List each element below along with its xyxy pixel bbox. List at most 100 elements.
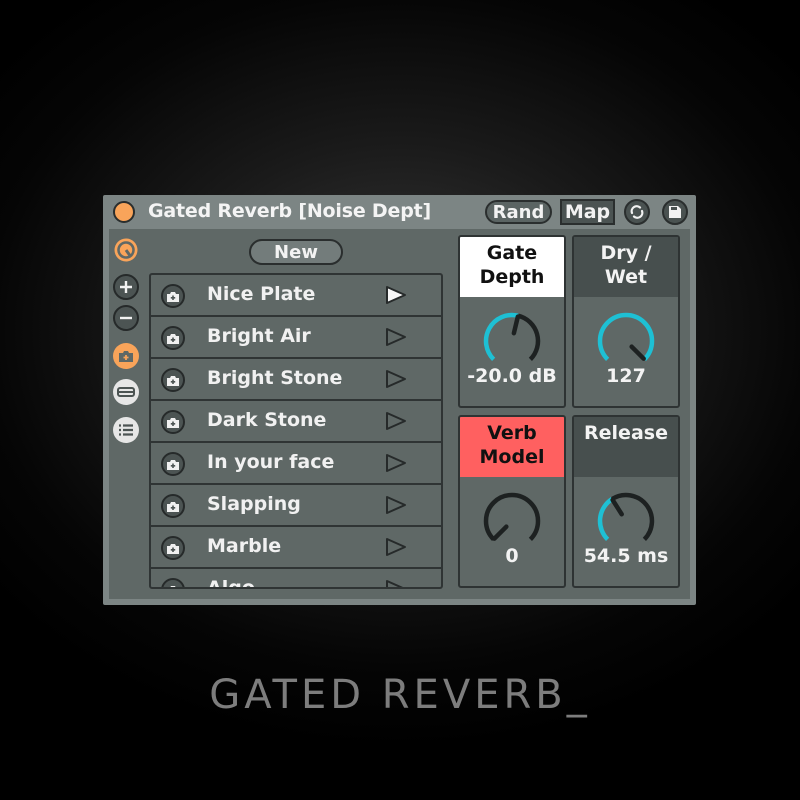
store-snapshot-button[interactable] (161, 536, 185, 560)
knob-dial[interactable] (482, 491, 542, 551)
knob-dial[interactable] (596, 491, 656, 551)
knob-label[interactable]: Dry / Wet (574, 237, 678, 297)
knob-label-line1: Dry / (600, 242, 652, 264)
knob-value: -20.0 dB (467, 365, 557, 387)
preset-name: Marble (207, 535, 282, 557)
snapshot-icon (167, 543, 179, 554)
list-view-button[interactable] (113, 417, 139, 443)
knob-value-arc (597, 312, 655, 361)
knob-label[interactable]: Verb Model (460, 417, 564, 477)
sync-icon (630, 205, 644, 219)
device-title: Gated Reverb [Noise Dept] (148, 200, 431, 222)
knob-value: 0 (505, 545, 519, 567)
knob-label-line2: Model (479, 446, 545, 468)
preset-row-slapping[interactable]: Slapping (151, 485, 441, 527)
store-snapshot-button[interactable] (161, 578, 185, 587)
snapshot-button[interactable] (113, 343, 139, 369)
store-snapshot-button[interactable] (161, 284, 185, 308)
hot-swap-button[interactable] (113, 237, 139, 263)
play-icon (386, 580, 403, 587)
play-preset-button[interactable] (385, 537, 407, 561)
knob-track (517, 313, 541, 361)
preset-name: Bright Air (207, 325, 311, 347)
snapshot-icon (167, 333, 179, 344)
device-body: New Nice Plate Bright Air Bright Stone Dark… (109, 229, 690, 599)
store-snapshot-button[interactable] (161, 494, 185, 518)
snapshot-icon (167, 417, 179, 428)
knob-label-line1: Gate (486, 242, 538, 264)
play-icon (386, 538, 406, 556)
add-button[interactable] (113, 274, 139, 300)
knob-track (610, 492, 655, 541)
store-snapshot-button[interactable] (161, 368, 185, 392)
knob-value-arc (597, 497, 614, 541)
preset-row-nice-plate[interactable]: Nice Plate (151, 275, 441, 317)
preset-name: Dark Stone (207, 409, 327, 431)
play-icon (386, 286, 406, 304)
remove-button[interactable] (113, 305, 139, 331)
play-icon (386, 496, 406, 514)
knob-panel-gate-depth: Gate Depth -20.0 dB (458, 235, 566, 408)
collapse-button[interactable] (113, 379, 139, 405)
preset-row-bright-stone[interactable]: Bright Stone (151, 359, 441, 401)
knob-value-arc (483, 312, 519, 361)
play-preset-button[interactable] (385, 369, 407, 393)
preset-name: Slapping (207, 493, 301, 515)
knob-pointer (511, 314, 521, 336)
play-preset-button[interactable] (385, 327, 407, 351)
knob-panel-dry-wet: Dry / Wet 127 (572, 235, 680, 408)
preset-name: In your face (207, 451, 335, 473)
play-icon (386, 328, 406, 346)
knob-panel-release: Release 54.5 ms (572, 415, 680, 588)
knob-label[interactable]: Release (574, 417, 678, 477)
knob-pointer (492, 524, 509, 541)
save-button[interactable] (662, 199, 688, 225)
knob-dial[interactable] (482, 311, 542, 371)
knob-dial[interactable] (596, 311, 656, 371)
knob-value: 54.5 ms (583, 545, 669, 567)
knob-label-line1: Release (584, 422, 668, 444)
snapshot-icon (119, 351, 133, 362)
snapshot-icon (167, 459, 179, 470)
knob-pointer (610, 497, 624, 517)
device-panel: Gated Reverb [Noise Dept] Rand Map New N… (103, 195, 696, 605)
play-icon (386, 370, 406, 388)
rand-button[interactable]: Rand (485, 200, 552, 224)
play-preset-button[interactable] (385, 453, 407, 477)
preset-name: Bright Stone (207, 367, 343, 389)
knob-pointer (629, 344, 646, 361)
preset-row-marble[interactable]: Marble (151, 527, 441, 569)
preset-row-algo[interactable]: Algo (151, 569, 441, 589)
knob-value: 127 (606, 365, 646, 387)
list-icon (119, 424, 133, 436)
knob-label-line2: Wet (604, 266, 648, 288)
knob-track (483, 492, 541, 541)
snapshot-icon (167, 291, 179, 302)
device-power-toggle[interactable] (113, 201, 135, 223)
preset-row-dark-stone[interactable]: Dark Stone (151, 401, 441, 443)
preset-list[interactable]: Nice Plate Bright Air Bright Stone Dark Sto… (149, 273, 443, 589)
store-snapshot-button[interactable] (161, 452, 185, 476)
preset-name: Nice Plate (207, 283, 316, 305)
snapshot-icon (167, 375, 179, 386)
preset-name: Algo (207, 577, 255, 589)
map-button[interactable]: Map (560, 199, 615, 225)
store-snapshot-button[interactable] (161, 326, 185, 350)
knob-label[interactable]: Gate Depth (460, 237, 564, 297)
title-bar: Gated Reverb [Noise Dept] Rand Map (103, 195, 696, 229)
snapshot-icon (170, 585, 176, 587)
add-icon (120, 281, 132, 293)
play-preset-button[interactable] (385, 579, 407, 587)
preset-row-bright-air[interactable]: Bright Air (151, 317, 441, 359)
new-preset-button[interactable]: New (249, 239, 343, 265)
play-preset-button[interactable] (385, 495, 407, 519)
preset-row-in-your-face[interactable]: In your face (151, 443, 441, 485)
play-preset-button[interactable] (385, 285, 407, 309)
play-icon (386, 454, 406, 472)
collapse-icon (117, 387, 135, 397)
sync-button[interactable] (624, 199, 650, 225)
snapshot-icon (167, 501, 179, 512)
remove-icon (120, 316, 132, 320)
play-preset-button[interactable] (385, 411, 407, 435)
store-snapshot-button[interactable] (161, 410, 185, 434)
